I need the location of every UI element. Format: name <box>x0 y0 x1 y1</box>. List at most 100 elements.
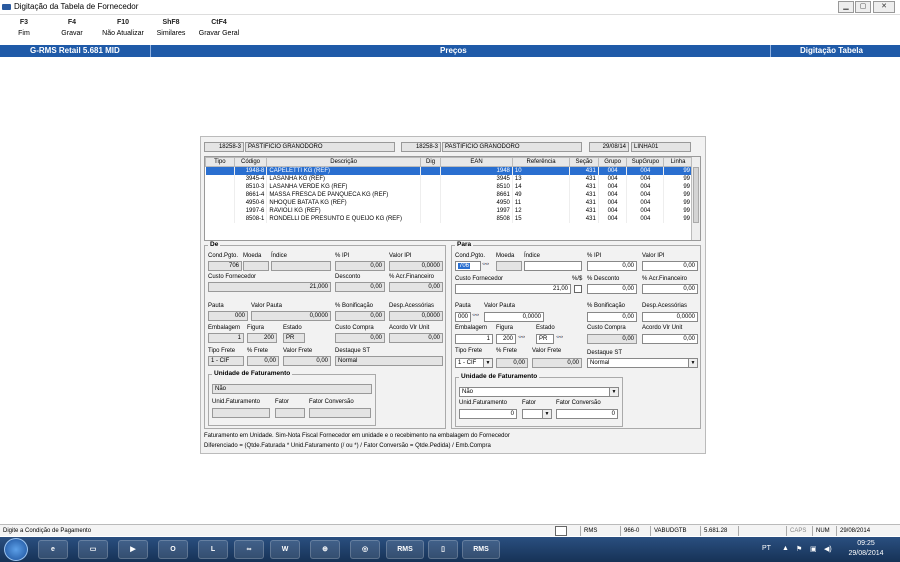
para-moeda-field <box>496 261 522 271</box>
table-cell: 431 <box>569 190 599 199</box>
supplier-name-to: PASTIFICIO GRANODORO <box>442 142 582 152</box>
para-fig-input[interactable]: 200 <box>496 334 516 344</box>
para-pauta-input[interactable]: 000 <box>455 312 471 322</box>
tray-expand-icon[interactable]: ▲ <box>782 545 789 552</box>
taskbar-rms-1[interactable]: RMS <box>386 540 424 559</box>
table-row[interactable]: 8508-1 RONDELLI DE PRESUNTO E QUEIJO KG (… <box>205 214 693 223</box>
para-fc-input[interactable]: 0 <box>556 409 618 419</box>
minimize-button[interactable]: ▁ <box>838 1 854 13</box>
media-player-icon[interactable]: ▶ <box>118 540 148 559</box>
network-icon[interactable]: ◎ <box>350 540 380 559</box>
para-dst-select[interactable]: Normal ▼ <box>587 358 698 368</box>
para-ufnum-input[interactable]: 0 <box>459 409 517 419</box>
toolbar-gravar-geral[interactable]: CtF4 Gravar Geral <box>196 19 242 37</box>
binoculars-icon[interactable]: 👓 <box>518 334 525 341</box>
col-secao[interactable]: Seção <box>569 157 599 167</box>
toolbar-fim[interactable]: F3 Fim <box>4 19 44 37</box>
col-grupo[interactable]: Grupo <box>597 157 628 167</box>
toolbar-nao-atualizar[interactable]: F10 Não Atualizar <box>98 19 148 37</box>
grid-scrollbar[interactable] <box>691 157 700 240</box>
internet-explorer-icon[interactable]: e <box>38 540 68 559</box>
para-emb-input[interactable]: 1 <box>455 334 493 344</box>
col-descricao[interactable]: Descrição <box>266 157 421 167</box>
para-acordo-input[interactable]: 0,00 <box>642 334 698 344</box>
de-vipi-label: Valor IPI <box>389 253 412 259</box>
clock-time[interactable]: 09:25 <box>846 540 886 547</box>
para-desc-input[interactable]: 0,00 <box>587 284 637 294</box>
table-cell: 8510 <box>440 182 513 191</box>
outlook-icon[interactable]: O <box>158 540 188 559</box>
word-icon[interactable]: W <box>270 540 300 559</box>
para-fig-label: Figura <box>496 325 514 331</box>
document-icon[interactable] <box>555 526 567 536</box>
product-grid[interactable]: Tipo Código Descrição Dig EAN Referência… <box>204 156 701 241</box>
para-bonif-input[interactable]: 0,00 <box>587 312 637 322</box>
chevron-down-icon[interactable]: ▼ <box>542 410 551 418</box>
window-icon[interactable]: ▯ <box>428 540 458 559</box>
para-ds-label: %/$ <box>572 276 583 282</box>
de-indice-field <box>271 261 331 271</box>
para-vipi-input[interactable]: 0,00 <box>642 261 698 271</box>
messenger-icon[interactable]: ∞ <box>234 540 264 559</box>
de-custo-label: Custo Fornecedor <box>208 274 257 280</box>
chevron-down-icon[interactable]: ▼ <box>609 388 618 396</box>
col-codigo[interactable]: Código <box>233 157 268 167</box>
flag-icon[interactable]: ⚑ <box>796 545 802 553</box>
para-ipi-input[interactable]: 0,00 <box>587 261 637 271</box>
table-row[interactable]: 8661-4 MASSA FRESCA DE PANQUECA KG (REF) 8… <box>205 190 693 199</box>
taskbar-rms-2[interactable]: RMS <box>462 540 500 559</box>
de-ipi-field: 0,00 <box>335 261 385 271</box>
table-row[interactable]: 8510-3 LASANHA VERDE KG (REF) 8510 14 431 004… <box>205 182 693 191</box>
chevron-down-icon[interactable]: ▼ <box>688 359 697 367</box>
para-est-input[interactable]: PR <box>536 334 554 344</box>
col-ean[interactable]: EAN <box>440 157 513 167</box>
folder-icon[interactable]: ▭ <box>78 540 108 559</box>
de-acr-field: 0,00 <box>389 282 443 292</box>
col-linha[interactable]: Linha <box>663 157 693 167</box>
table-row[interactable]: 4950-6 NHOQUE BATATA KG (REF) 4950 11 431 004… <box>205 198 693 207</box>
para-cond-input[interactable]: 706 <box>455 261 481 271</box>
para-desp-input[interactable]: 0,0000 <box>642 312 698 322</box>
para-vpauta-input[interactable]: 0,0000 <box>484 312 544 322</box>
para-custo-input[interactable]: 21,00 <box>455 284 571 294</box>
para-indice-input[interactable] <box>524 261 582 271</box>
col-supgrupo[interactable]: SupGrupo <box>626 157 665 167</box>
binoculars-icon[interactable]: 👓 <box>556 334 563 341</box>
language-indicator[interactable]: PT <box>762 545 771 552</box>
windows-start-icon[interactable] <box>4 538 28 561</box>
de-bonif-field: 0,00 <box>335 311 385 321</box>
toolbar-similares[interactable]: ShF8 Similares <box>152 19 190 37</box>
clock-date[interactable]: 29/08/2014 <box>842 550 890 557</box>
toolbar-label: Gravar <box>61 30 83 37</box>
table-row[interactable]: 1948-8 CAPELETTI KG (REF) 1948 10 431 004 004 9… <box>205 166 693 175</box>
de-fig-label: Figura <box>247 325 265 331</box>
percent-value-checkbox[interactable] <box>574 285 582 293</box>
de-tf-label: Tipo Frete <box>208 348 236 354</box>
toolbar-gravar[interactable]: F4 Gravar <box>52 19 92 37</box>
volume-icon[interactable]: ◀) <box>824 545 832 553</box>
para-uf-select[interactable]: Não ▼ <box>459 387 619 397</box>
col-tipo[interactable]: Tipo <box>205 157 235 167</box>
table-cell: 13 <box>512 174 571 183</box>
binoculars-icon[interactable]: 👓 <box>482 261 489 268</box>
para-tf-select[interactable]: 1 - CIF ▼ <box>455 358 493 368</box>
para-cond-label: Cond.Pgto. <box>455 253 486 259</box>
chevron-down-icon[interactable]: ▼ <box>483 359 492 367</box>
col-dig[interactable]: Dig <box>419 157 442 167</box>
close-button[interactable]: ✕ <box>873 1 895 13</box>
binoculars-icon[interactable]: 👓 <box>472 312 479 319</box>
col-referencia[interactable]: Referência <box>511 157 571 167</box>
network-tray-icon[interactable]: ▣ <box>810 545 817 553</box>
install-icon[interactable]: ⊕ <box>310 540 340 559</box>
table-cell <box>205 206 235 215</box>
para-acr-input[interactable]: 0,00 <box>642 284 698 294</box>
table-row[interactable]: 3945-4 LASANHA KG (REF) 3945 13 431 004 004 99 <box>205 174 693 183</box>
table-cell: 431 <box>569 214 599 223</box>
lync-icon[interactable]: L <box>198 540 228 559</box>
de-tf-field: 1 - CIF <box>208 356 244 366</box>
table-cell <box>420 206 442 215</box>
para-fator-select[interactable]: ▼ <box>522 409 552 419</box>
table-row[interactable]: 1997-6 RAVIOLI KG (REF) 1997 12 431 004 004 99 <box>205 206 693 215</box>
grid-scroll-thumb[interactable] <box>693 167 699 223</box>
maximize-button[interactable]: ▢ <box>855 1 871 13</box>
